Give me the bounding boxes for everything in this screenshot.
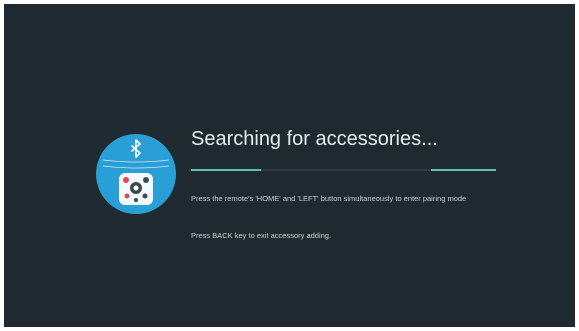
pairing-instruction: Press the remote's 'HOME' and 'LEFT' but… <box>191 194 467 203</box>
remote-control-icon <box>119 173 153 205</box>
pairing-illustration <box>96 134 176 214</box>
search-progress-bar <box>191 169 496 171</box>
progress-segment <box>191 169 261 171</box>
progress-segment <box>431 169 496 171</box>
accessory-search-screen: Searching for accessories... Press the r… <box>4 4 575 327</box>
page-title: Searching for accessories... <box>191 128 438 150</box>
back-instruction: Press BACK key to exit accessory adding. <box>191 231 332 240</box>
